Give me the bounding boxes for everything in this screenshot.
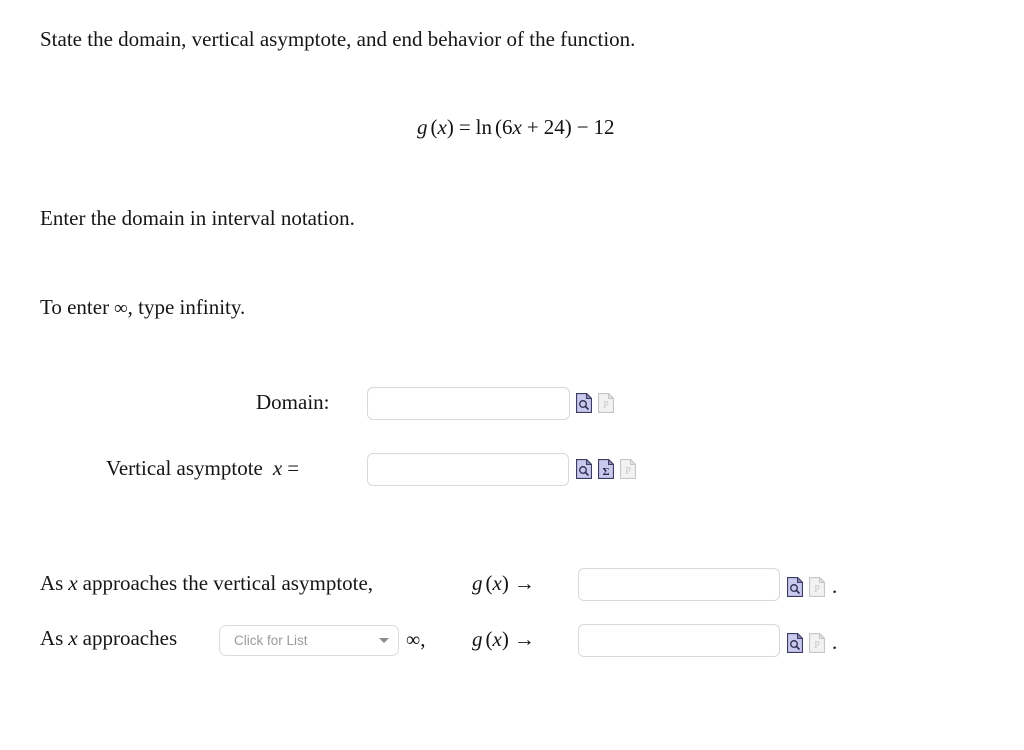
end-behavior-row1-icon-group: P . [787, 574, 837, 599]
formula-lparen2: ( [495, 115, 503, 139]
row2-infinity-group: ∞, [406, 627, 426, 651]
interval-notation-instruction: Enter the domain in interval notation. [40, 206, 355, 230]
domain-label: Domain: [256, 390, 330, 414]
formula-equals: = [458, 115, 471, 139]
row1-func-rparen: ) [501, 571, 509, 595]
row2-suffix: approaches [82, 626, 178, 650]
svg-text:P: P [625, 466, 631, 477]
vertical-asymptote-label-text: Vertical asymptote [106, 456, 263, 480]
end-behavior-row2-input[interactable] [578, 624, 780, 657]
row1-func-g: g [472, 571, 483, 595]
formula-minus: − [576, 115, 589, 139]
end-behavior-row2-label: As x approaches [40, 628, 177, 649]
function-definition: g (x) = ln (6x +24) −12 [417, 117, 615, 138]
end-behavior-row1-function: g (x) → [472, 573, 535, 594]
end-behavior-row2-icon-group: P . [787, 630, 837, 655]
domain-input[interactable] [367, 387, 570, 420]
vertical-asymptote-label: Vertical asymptote x = [106, 458, 299, 479]
row2-arrow-icon: → [513, 627, 535, 651]
infinity-symbol: ∞ [114, 298, 128, 319]
row2-func-rparen: ) [501, 627, 509, 651]
formula-lparen: ( [430, 115, 438, 139]
formula-var: x [512, 115, 522, 139]
svg-text:Σ: Σ [602, 466, 609, 478]
row1-arrow-icon: → [513, 571, 535, 595]
formula-ln: ln [475, 115, 493, 139]
row2-func-g: g [472, 627, 483, 651]
infinity-instruction-suffix: , type infinity. [127, 295, 246, 319]
formula-plus: + [526, 115, 539, 139]
end-behavior-row1-label: As x approaches the vertical asymptote, [40, 573, 373, 594]
formula-rparen: ) [446, 115, 454, 139]
approach-direction-dropdown-label: Click for List [234, 633, 308, 648]
row2-comma: , [420, 627, 426, 651]
end-behavior-row2-function: g (x) → [472, 629, 535, 650]
palette-icon: P [598, 393, 614, 413]
row2-trailing-period: . [832, 630, 838, 654]
row2-infinity-symbol: ∞ [406, 629, 421, 651]
row1-func-lparen: ( [485, 571, 493, 595]
vertical-asymptote-equals: = [287, 456, 300, 480]
row2-variable: x [68, 626, 78, 650]
infinity-instruction: To enter ∞, type infinity. [40, 295, 246, 319]
sigma-symbol-icon[interactable]: Σ [598, 459, 614, 479]
vertical-asymptote-icon-group: Σ P [576, 459, 636, 479]
formula-constant: 24 [543, 115, 565, 139]
domain-icon-group: P [576, 393, 614, 413]
row2-func-x: x [492, 627, 502, 651]
palette-icon: P [809, 632, 825, 653]
vertical-asymptote-variable: x [272, 456, 283, 480]
preview-answer-icon[interactable] [787, 576, 803, 597]
svg-text:P: P [814, 640, 820, 651]
formula-g: g [417, 115, 428, 139]
row1-trailing-period: . [832, 574, 838, 598]
palette-icon: P [809, 576, 825, 597]
row1-prefix: As [40, 571, 64, 595]
preview-answer-icon[interactable] [576, 393, 592, 413]
preview-answer-icon[interactable] [787, 632, 803, 653]
row1-func-x: x [492, 571, 502, 595]
svg-text:P: P [814, 584, 820, 595]
palette-icon: P [620, 459, 636, 479]
approach-direction-dropdown[interactable]: Click for List [219, 625, 399, 656]
preview-answer-icon[interactable] [576, 459, 592, 479]
row2-prefix: As [40, 626, 64, 650]
formula-offset: 12 [593, 115, 615, 139]
row1-variable: x [68, 571, 78, 595]
vertical-asymptote-input[interactable] [367, 453, 569, 486]
formula-rparen2: ) [564, 115, 572, 139]
chevron-down-icon [379, 638, 389, 643]
formula-coefficient: 6 [502, 115, 513, 139]
formula-x: x [437, 115, 447, 139]
question-statement: State the domain, vertical asymptote, an… [40, 27, 636, 51]
svg-text:P: P [603, 400, 609, 411]
end-behavior-row1-input[interactable] [578, 568, 780, 601]
row2-func-lparen: ( [485, 627, 493, 651]
row1-suffix: approaches the vertical asymptote, [82, 571, 374, 595]
infinity-instruction-prefix: To enter [40, 295, 110, 319]
